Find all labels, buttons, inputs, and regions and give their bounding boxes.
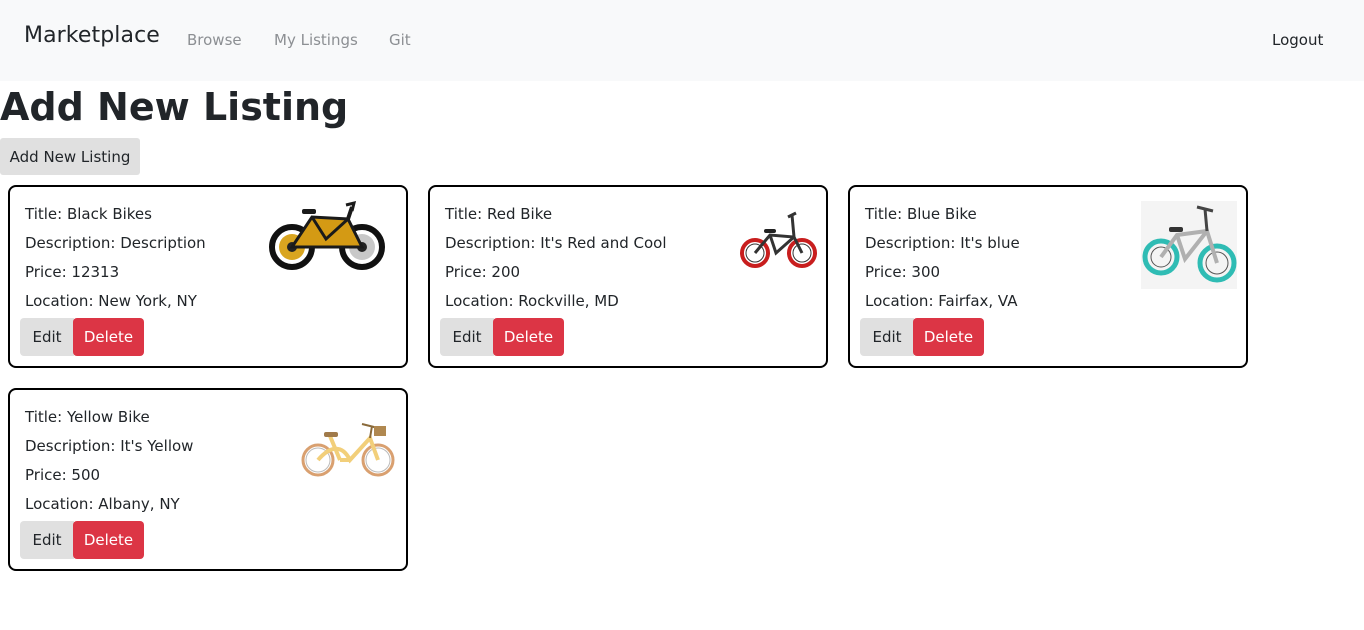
listing-location: Location: New York, NY	[25, 292, 197, 310]
listing-title: Title: Yellow Bike	[25, 408, 150, 426]
listing-title: Title: Red Bike	[445, 205, 553, 223]
edit-button[interactable]: Edit	[20, 521, 74, 559]
red-bmx-bike-image	[740, 211, 817, 268]
black-yellow-bike-image	[269, 200, 385, 270]
listing-description: Description: Description	[25, 234, 206, 252]
add-new-listing-button[interactable]: Add New Listing	[0, 138, 140, 175]
yellow-cruiser-bike-image	[301, 423, 395, 477]
listing-location: Location: Albany, NY	[25, 495, 180, 513]
brand-link[interactable]: Marketplace	[24, 23, 160, 48]
edit-button[interactable]: Edit	[860, 318, 914, 356]
delete-button[interactable]: Delete	[73, 318, 144, 356]
navbar: Marketplace Browse My Listings Git Logou…	[0, 0, 1364, 81]
teal-bmx-bike-image	[1141, 201, 1237, 289]
logout-link[interactable]: Logout	[1272, 31, 1323, 49]
listing-price: Price: 500	[25, 466, 101, 484]
listing-card: Title: Red Bike Description: It's Red an…	[428, 185, 828, 368]
edit-button[interactable]: Edit	[440, 318, 494, 356]
listing-description: Description: It's Red and Cool	[445, 234, 667, 252]
listing-price: Price: 300	[865, 263, 941, 281]
page-title: Add New Listing	[0, 85, 349, 129]
nav-link-git[interactable]: Git	[389, 31, 411, 49]
listing-price: Price: 200	[445, 263, 521, 281]
listing-title: Title: Black Bikes	[25, 205, 152, 223]
nav-link-my-listings[interactable]: My Listings	[274, 31, 358, 49]
listing-location: Location: Fairfax, VA	[865, 292, 1018, 310]
listing-title: Title: Blue Bike	[865, 205, 977, 223]
listing-card: Title: Blue Bike Description: It's blue …	[848, 185, 1248, 368]
delete-button[interactable]: Delete	[913, 318, 984, 356]
delete-button[interactable]: Delete	[493, 318, 564, 356]
listing-card: Title: Yellow Bike Description: It's Yel…	[8, 388, 408, 571]
listing-location: Location: Rockville, MD	[445, 292, 619, 310]
delete-button[interactable]: Delete	[73, 521, 144, 559]
nav-link-browse[interactable]: Browse	[187, 31, 242, 49]
listing-card: Title: Black Bikes Description: Descript…	[8, 185, 408, 368]
listing-description: Description: It's blue	[865, 234, 1020, 252]
edit-button[interactable]: Edit	[20, 318, 74, 356]
listing-price: Price: 12313	[25, 263, 120, 281]
listing-description: Description: It's Yellow	[25, 437, 194, 455]
